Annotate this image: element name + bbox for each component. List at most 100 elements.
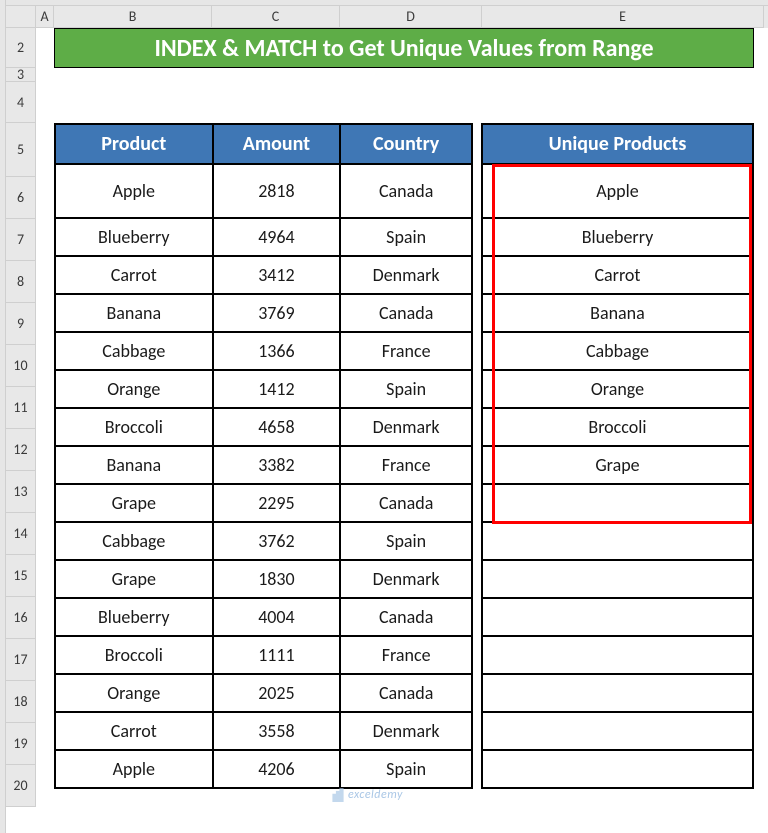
cell-amount[interactable]: 4206 bbox=[213, 750, 341, 788]
cell-country[interactable]: Denmark bbox=[340, 560, 472, 598]
cell-product[interactable]: Orange bbox=[55, 674, 213, 712]
cell-product[interactable]: Grape bbox=[55, 560, 213, 598]
col-header-d[interactable]: D bbox=[340, 6, 482, 28]
header-product[interactable]: Product bbox=[55, 124, 213, 164]
grid-area[interactable]: INDEX & MATCH to Get Unique Values from … bbox=[36, 28, 768, 833]
cell-amount[interactable]: 3412 bbox=[213, 256, 341, 294]
cell-product[interactable]: Broccoli bbox=[55, 636, 213, 674]
cell-unique[interactable] bbox=[482, 750, 753, 788]
cell-unique[interactable]: Orange bbox=[482, 370, 753, 408]
cell-unique[interactable]: Grape bbox=[482, 446, 753, 484]
cell-unique[interactable]: Apple bbox=[482, 164, 753, 218]
table-row: Banana3769CanadaBanana bbox=[55, 294, 753, 332]
cell-product[interactable]: Grape bbox=[55, 484, 213, 522]
cell-product[interactable]: Blueberry bbox=[55, 598, 213, 636]
row-header-4[interactable]: 4 bbox=[6, 82, 36, 123]
cell-country[interactable]: France bbox=[340, 636, 472, 674]
header-country[interactable]: Country bbox=[340, 124, 472, 164]
row-header-15[interactable]: 15 bbox=[6, 555, 36, 597]
cell-amount[interactable]: 1830 bbox=[213, 560, 341, 598]
cell-country[interactable]: Canada bbox=[340, 164, 472, 218]
row-header-7[interactable]: 7 bbox=[6, 219, 36, 261]
cell-unique[interactable]: Carrot bbox=[482, 256, 753, 294]
cell-product[interactable]: Broccoli bbox=[55, 408, 213, 446]
gap-column bbox=[472, 522, 482, 560]
cell-unique[interactable] bbox=[482, 560, 753, 598]
cell-country[interactable]: Canada bbox=[340, 484, 472, 522]
cell-unique[interactable]: Broccoli bbox=[482, 408, 753, 446]
cell-unique[interactable] bbox=[482, 712, 753, 750]
row-header-18[interactable]: 18 bbox=[6, 681, 36, 723]
row-header-9[interactable]: 9 bbox=[6, 303, 36, 345]
cell-amount[interactable]: 2818 bbox=[213, 164, 341, 218]
cell-amount[interactable]: 4004 bbox=[213, 598, 341, 636]
data-table-wrap: Product Amount Country Unique Products A… bbox=[54, 123, 754, 789]
cell-product[interactable]: Banana bbox=[55, 446, 213, 484]
row-header-2[interactable]: 2 bbox=[6, 28, 36, 68]
cell-unique[interactable]: Cabbage bbox=[482, 332, 753, 370]
cell-amount[interactable]: 1111 bbox=[213, 636, 341, 674]
table-row: Apple4206Spain bbox=[55, 750, 753, 788]
cell-product[interactable]: Carrot bbox=[55, 256, 213, 294]
cell-product[interactable]: Blueberry bbox=[55, 218, 213, 256]
cell-amount[interactable]: 4964 bbox=[213, 218, 341, 256]
cell-country[interactable]: Denmark bbox=[340, 408, 472, 446]
row-header-6[interactable]: 6 bbox=[6, 177, 36, 219]
cell-amount[interactable]: 1366 bbox=[213, 332, 341, 370]
row-header-14[interactable]: 14 bbox=[6, 513, 36, 555]
col-header-e[interactable]: E bbox=[482, 6, 764, 28]
cell-country[interactable]: Canada bbox=[340, 674, 472, 712]
cell-amount[interactable]: 2295 bbox=[213, 484, 341, 522]
cell-amount[interactable]: 3769 bbox=[213, 294, 341, 332]
row-header-19[interactable]: 19 bbox=[6, 723, 36, 765]
cell-amount[interactable]: 3558 bbox=[213, 712, 341, 750]
row-header-20[interactable]: 20 bbox=[6, 765, 36, 807]
row-header-10[interactable]: 10 bbox=[6, 345, 36, 387]
data-table: Product Amount Country Unique Products A… bbox=[54, 123, 754, 789]
cell-product[interactable]: Cabbage bbox=[55, 332, 213, 370]
cell-country[interactable]: Spain bbox=[340, 218, 472, 256]
col-header-a[interactable]: A bbox=[36, 6, 54, 28]
cell-country[interactable]: Canada bbox=[340, 294, 472, 332]
col-header-b[interactable]: B bbox=[54, 6, 212, 28]
cell-unique[interactable] bbox=[482, 674, 753, 712]
cell-product[interactable]: Apple bbox=[55, 164, 213, 218]
cell-amount[interactable]: 3382 bbox=[213, 446, 341, 484]
cell-amount[interactable]: 1412 bbox=[213, 370, 341, 408]
cell-country[interactable]: Spain bbox=[340, 522, 472, 560]
cell-amount[interactable]: 3762 bbox=[213, 522, 341, 560]
select-all-corner[interactable] bbox=[6, 6, 36, 28]
cell-country[interactable]: France bbox=[340, 332, 472, 370]
cell-country[interactable]: Spain bbox=[340, 750, 472, 788]
row-header-16[interactable]: 16 bbox=[6, 597, 36, 639]
row-header-12[interactable]: 12 bbox=[6, 429, 36, 471]
cell-country[interactable]: France bbox=[340, 446, 472, 484]
cell-product[interactable]: Apple bbox=[55, 750, 213, 788]
cell-amount[interactable]: 2025 bbox=[213, 674, 341, 712]
row-header-17[interactable]: 17 bbox=[6, 639, 36, 681]
cell-product[interactable]: Carrot bbox=[55, 712, 213, 750]
row-header-3[interactable]: 3 bbox=[6, 68, 36, 82]
cell-product[interactable]: Cabbage bbox=[55, 522, 213, 560]
cell-unique[interactable] bbox=[482, 484, 753, 522]
cell-product[interactable]: Banana bbox=[55, 294, 213, 332]
cell-country[interactable]: Spain bbox=[340, 370, 472, 408]
cell-country[interactable]: Denmark bbox=[340, 256, 472, 294]
header-unique[interactable]: Unique Products bbox=[482, 124, 753, 164]
row-header-8[interactable]: 8 bbox=[6, 261, 36, 303]
cell-amount[interactable]: 4658 bbox=[213, 408, 341, 446]
cell-unique[interactable]: Banana bbox=[482, 294, 753, 332]
cell-unique[interactable]: Blueberry bbox=[482, 218, 753, 256]
header-amount[interactable]: Amount bbox=[213, 124, 341, 164]
cell-unique[interactable] bbox=[482, 522, 753, 560]
cell-country[interactable]: Denmark bbox=[340, 712, 472, 750]
cell-unique[interactable] bbox=[482, 598, 753, 636]
cell-unique[interactable] bbox=[482, 636, 753, 674]
row-header-5[interactable]: 5 bbox=[6, 123, 36, 177]
cell-country[interactable]: Canada bbox=[340, 598, 472, 636]
col-header-c[interactable]: C bbox=[212, 6, 340, 28]
row-header-11[interactable]: 11 bbox=[6, 387, 36, 429]
row-header-13[interactable]: 13 bbox=[6, 471, 36, 513]
cell-product[interactable]: Orange bbox=[55, 370, 213, 408]
title-banner[interactable]: INDEX & MATCH to Get Unique Values from … bbox=[54, 28, 754, 68]
